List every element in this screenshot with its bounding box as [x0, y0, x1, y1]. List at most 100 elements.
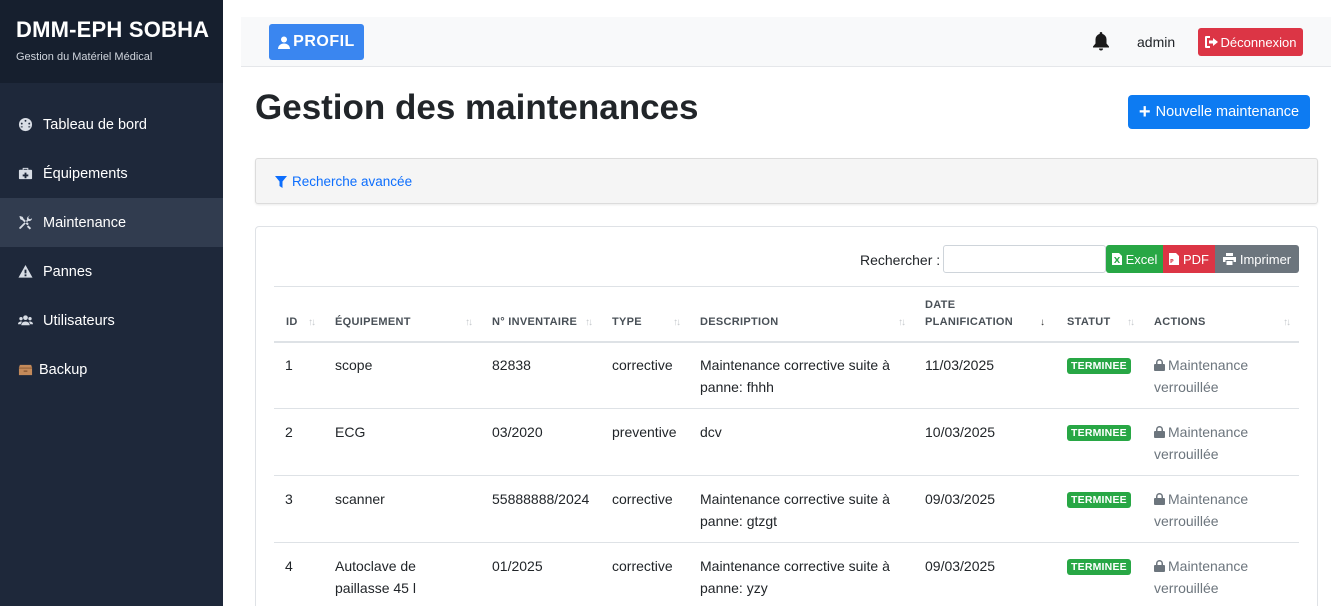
sort-active-icon[interactable]: ↓: [1040, 317, 1045, 328]
export-excel-label: Excel: [1125, 251, 1158, 267]
warning-icon: [17, 264, 33, 280]
cell-equipement: scanner: [335, 491, 385, 507]
locked-action: Maintenance: [1154, 555, 1248, 577]
sort-icon[interactable]: ↑↓: [673, 317, 681, 328]
column-header-actions[interactable]: ACTIONS: [1154, 316, 1206, 328]
cell-inventaire: 03/2020: [492, 424, 543, 440]
search-input[interactable]: [943, 245, 1106, 273]
locked-action: Maintenance: [1154, 488, 1248, 510]
column-header-date-line1[interactable]: DATE: [925, 299, 955, 311]
advanced-search-panel: Recherche avancée: [255, 158, 1318, 204]
sidebar-item-maintenance[interactable]: Maintenance: [0, 198, 223, 247]
cell-id: 1: [285, 357, 293, 373]
cell-equipement-line2: paillasse 45 l: [335, 580, 416, 596]
cell-equipement: ECG: [335, 424, 366, 440]
lock-icon: [1154, 359, 1165, 371]
cell-date: 10/03/2025: [925, 424, 996, 440]
user-icon: [278, 36, 291, 49]
locked-action-label: Maintenance: [1168, 357, 1249, 373]
column-header-equipement[interactable]: ÉQUIPEMENT: [335, 316, 411, 328]
status-badge: TERMINEE: [1067, 358, 1131, 374]
maintenance-table-card: Rechercher : Excel PDF Imprimer ID ↑↓ ÉQ…: [255, 226, 1318, 606]
cell-date: 09/03/2025: [925, 558, 996, 574]
sidebar-item-tableau-de-bord[interactable]: Tableau de bord: [0, 100, 223, 149]
sidebar-item-utilisateurs[interactable]: Utilisateurs: [0, 296, 223, 345]
profil-button[interactable]: PROFIL: [269, 24, 364, 60]
new-maintenance-label: Nouvelle maintenance: [1155, 104, 1300, 120]
new-maintenance-button[interactable]: + Nouvelle maintenance: [1128, 95, 1310, 129]
export-excel-button[interactable]: Excel: [1106, 245, 1163, 273]
divider: [274, 286, 1299, 287]
table-header-divider: [274, 341, 1299, 343]
column-header-id[interactable]: ID: [286, 316, 298, 328]
search-label: Rechercher :: [860, 252, 941, 268]
file-excel-icon: [1111, 253, 1122, 265]
row-divider: [274, 408, 1299, 409]
sidebar-item-equipements[interactable]: Équipements: [0, 149, 223, 198]
sort-icon[interactable]: ↑↓: [898, 317, 906, 328]
logout-button[interactable]: Déconnexion: [1198, 28, 1303, 56]
column-header-statut[interactable]: STATUT: [1067, 316, 1111, 328]
sidebar-item-backup[interactable]: Backup: [0, 345, 223, 394]
dashboard-icon: [17, 117, 33, 133]
export-pdf-button[interactable]: PDF: [1163, 245, 1215, 273]
sort-icon[interactable]: ↑↓: [585, 317, 593, 328]
sidebar-item-label: Équipements: [43, 165, 128, 182]
locked-action-label: Maintenance: [1168, 491, 1249, 507]
cell-description-line1: Maintenance corrective suite à: [700, 491, 890, 507]
cell-inventaire: 01/2025: [492, 558, 543, 574]
cell-id: 3: [285, 491, 293, 507]
cell-id: 4: [285, 558, 293, 574]
lock-icon: [1154, 493, 1165, 505]
locked-action-line2: verrouillée: [1154, 446, 1219, 462]
cell-equipement: scope: [335, 357, 373, 373]
print-icon: [1222, 253, 1236, 265]
sidebar-item-label: Maintenance: [43, 214, 127, 231]
sidebar-nav: Tableau de bord Équipements Maintenance …: [0, 100, 223, 394]
cell-description-line1: Maintenance corrective suite à: [700, 558, 890, 574]
notification-bell-icon[interactable]: [1092, 32, 1110, 52]
column-header-inventaire[interactable]: N° INVENTAIRE: [492, 316, 577, 328]
status-badge: TERMINEE: [1067, 425, 1131, 441]
locked-action-label: Maintenance: [1168, 424, 1249, 440]
cell-date: 09/03/2025: [925, 491, 996, 507]
cell-inventaire: 55888888/2024: [492, 491, 590, 507]
logout-label: Déconnexion: [1220, 34, 1297, 50]
profil-label: PROFIL: [293, 33, 355, 50]
sort-icon[interactable]: ↑↓: [465, 317, 473, 328]
print-label: Imprimer: [1239, 251, 1292, 267]
cell-description-line2: panne: yzy: [700, 580, 768, 596]
brand-subtitle: Gestion du Matériel Médical: [16, 51, 153, 63]
locked-action: Maintenance: [1154, 354, 1248, 376]
sort-icon[interactable]: ↑↓: [1127, 317, 1135, 328]
locked-action: Maintenance: [1154, 421, 1248, 443]
locked-action-line2: verrouillée: [1154, 513, 1219, 529]
column-header-type[interactable]: TYPE: [612, 316, 642, 328]
sidebar-item-pannes[interactable]: Pannes: [0, 247, 223, 296]
brand: DMM-EPH SOBHA Gestion du Matériel Médica…: [0, 0, 223, 83]
username: admin: [1137, 34, 1176, 50]
locked-action-line2: verrouillée: [1154, 379, 1219, 395]
status-badge: TERMINEE: [1067, 559, 1131, 575]
filter-icon: [275, 175, 287, 188]
sidebar: DMM-EPH SOBHA Gestion du Matériel Médica…: [0, 0, 223, 606]
sidebar-item-label: Backup: [39, 361, 88, 378]
sort-icon[interactable]: ↑↓: [308, 317, 316, 328]
advanced-search-toggle[interactable]: Recherche avancée: [275, 174, 412, 189]
row-divider: [274, 542, 1299, 543]
sort-icon[interactable]: ↑↓: [1283, 317, 1291, 328]
lock-icon: [1154, 426, 1165, 438]
cell-id: 2: [285, 424, 293, 440]
print-button[interactable]: Imprimer: [1215, 245, 1299, 273]
page-title: Gestion des maintenances: [255, 88, 699, 127]
locked-action-label: Maintenance: [1168, 558, 1249, 574]
lock-icon: [1154, 560, 1165, 572]
advanced-search-label: Recherche avancée: [292, 174, 413, 189]
file-pdf-icon: [1169, 253, 1179, 265]
column-header-description[interactable]: DESCRIPTION: [700, 316, 778, 328]
cell-description-line2: panne: fhhh: [700, 379, 774, 395]
column-header-date-line2[interactable]: PLANIFICATION: [925, 316, 1013, 328]
sidebar-item-label: Pannes: [43, 263, 93, 280]
cell-type: preventive: [612, 424, 677, 440]
cell-type: corrective: [612, 357, 673, 373]
